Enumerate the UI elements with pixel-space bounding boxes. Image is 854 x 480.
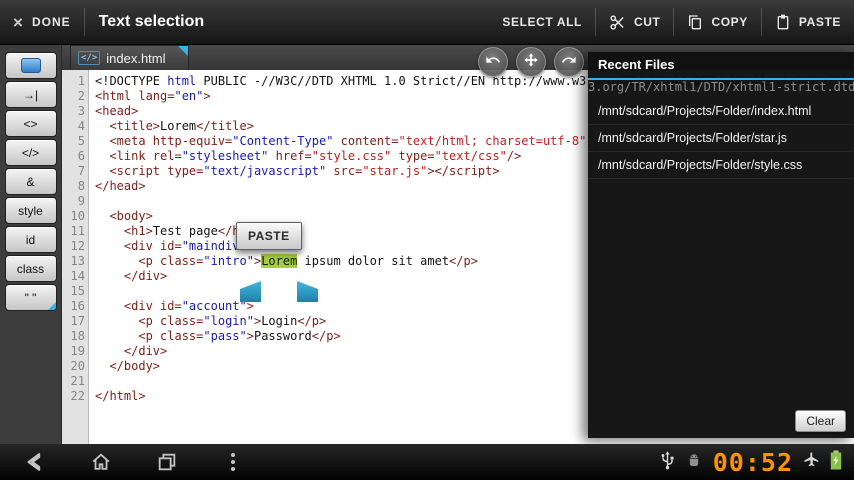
close-icon: × [13,12,24,32]
paste-button[interactable]: PASTE [762,0,854,44]
floating-controls [478,47,584,77]
home-button[interactable] [88,449,114,475]
sidebar-button-selection-tool[interactable] [4,52,57,79]
move-cursor-button[interactable] [516,47,546,77]
recent-apps-button[interactable] [154,449,180,475]
usb-connected-icon [660,449,675,475]
sidebar-button-label: id [25,232,36,247]
line-number: 13 [70,254,85,268]
tab-corner-marker [177,46,188,56]
line-number: 6 [77,149,85,163]
copy-label: COPY [711,15,748,29]
line-number: 7 [77,164,85,178]
line-number: 19 [70,344,85,358]
sidebar-button-label: " " [24,290,37,305]
line-number-gutter: 1 2 3 4 5 6 7 8 9 10 11 12 13 14 15 16 17 18 19 20 21 22 [62,70,89,444]
line-number: 4 [77,119,85,133]
sidebar-button-label: & [26,174,35,189]
line-number: 18 [70,329,85,343]
tab-filename: index.html [106,50,166,66]
line-number: 10 [70,209,85,223]
undo-icon [485,52,501,73]
action-bar: × DONE Text selection SELECT ALL CUT COP… [0,0,854,45]
code-overflow-text: 3.org/TR/xhtml1/DTD/xhtml1-strict.dtd [588,80,854,94]
selection-tool-icon [20,58,41,73]
copy-button[interactable]: COPY [674,0,760,44]
paste-label: PASTE [798,15,841,29]
recent-files-panel: Recent Files 3.org/TR/xhtml1/DTD/xhtml1-… [588,52,854,438]
code-file-icon: </> [78,51,101,65]
line-number: 20 [70,359,85,373]
done-label: DONE [31,15,71,29]
sidebar-button-label: class [16,261,45,276]
menu-button[interactable] [220,449,246,475]
copy-icon [687,14,703,30]
sidebar-button-quotes[interactable]: " " [4,284,57,311]
recent-file-item[interactable]: /mnt/sdcard/Projects/Folder/index.html [588,98,854,125]
line-number: 17 [70,314,85,328]
line-number: 21 [70,374,85,388]
line-number: 8 [77,179,85,193]
line-number: 22 [70,389,85,403]
paste-tooltip[interactable]: PASTE [236,222,302,250]
done-button[interactable]: × DONE [0,0,84,44]
long-press-corner-marker [47,302,56,310]
app-screen: × DONE Text selection SELECT ALL CUT COP… [0,0,854,480]
cut-label: CUT [633,15,661,29]
redo-button[interactable] [554,47,584,77]
overflow-menu-icon [231,453,235,471]
sidebar-button-ampersand[interactable]: & [4,168,57,195]
line-number: 14 [70,269,85,283]
selected-text: Lorem [261,254,298,268]
page-title: Text selection [98,13,205,30]
select-all-label: SELECT ALL [502,15,582,29]
sidebar-button-label: style [18,203,43,218]
undo-button[interactable] [478,47,508,77]
recent-files-title: Recent Files [598,57,675,72]
scissors-icon [609,14,626,31]
sidebar-button-class[interactable]: class [4,255,57,282]
recent-file-item[interactable]: /mnt/sdcard/Projects/Folder/style.css [588,152,854,179]
battery-icon [830,450,842,475]
line-number: 5 [77,134,85,148]
clock: 00:52 [712,447,793,477]
line-number: 2 [77,89,85,103]
sidebar-button-angle-brackets[interactable]: <> [4,110,57,137]
recent-files-list: /mnt/sdcard/Projects/Folder/index.html /… [588,98,854,179]
snippet-sidebar: →| <> </> & style id class " " [0,45,62,444]
select-all-button[interactable]: SELECT ALL [489,0,595,44]
airplane-mode-icon [803,451,820,473]
recent-file-item[interactable]: /mnt/sdcard/Projects/Folder/star.js [588,125,854,152]
system-navigation-bar: 00:52 [0,444,854,480]
line-number: 1 [77,74,85,88]
cut-button[interactable]: CUT [596,0,673,44]
sidebar-button-style[interactable]: style [4,197,57,224]
back-button[interactable] [22,449,48,475]
line-number: 16 [70,299,85,313]
sidebar-button-id[interactable]: id [4,226,57,253]
line-number: 12 [70,239,85,253]
tab-index-html[interactable]: </> index.html [70,45,189,70]
usb-debugging-icon [685,451,703,474]
sidebar-button-close-tag[interactable]: </> [4,139,57,166]
sidebar-button-label: <> [23,116,38,131]
sidebar-button-tab-key[interactable]: →| [4,81,57,108]
move-icon [523,52,539,73]
sidebar-button-label: </> [21,145,40,160]
redo-icon [561,52,577,73]
line-number: 9 [77,194,85,208]
sidebar-button-label: →| [22,87,39,102]
line-number: 11 [70,224,85,238]
line-number: 15 [70,284,85,298]
paste-icon [775,14,791,30]
line-number: 3 [77,104,85,118]
clear-recent-files-button[interactable]: Clear [795,410,846,432]
